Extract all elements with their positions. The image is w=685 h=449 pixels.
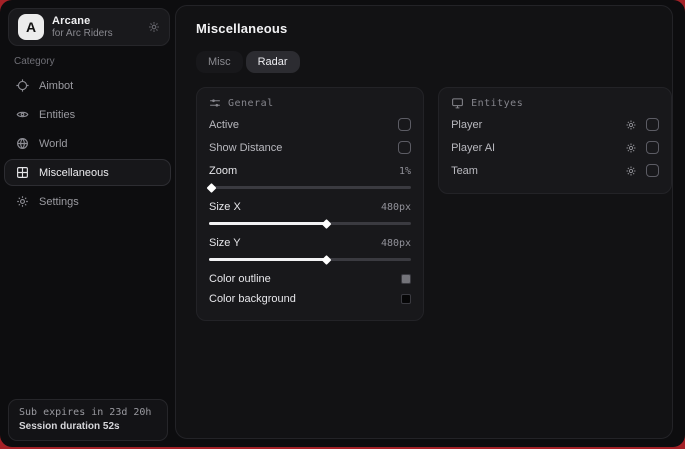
entities-card: Entityes Player P (438, 87, 672, 194)
general-card: General Active Show Distance Zoom 1% (196, 87, 424, 321)
sidebar-item-settings[interactable]: Settings (4, 188, 171, 215)
grid-icon (16, 166, 29, 179)
gear-icon (16, 195, 29, 208)
entities-card-title: Entityes (471, 98, 523, 109)
player-ai-settings-gear-icon[interactable] (625, 142, 637, 154)
brand-box: A Arcane for Arc Riders (8, 8, 170, 46)
sidebar-item-aimbot[interactable]: Aimbot (4, 72, 171, 99)
zoom-slider[interactable] (209, 186, 411, 189)
tab-misc[interactable]: Misc (196, 51, 243, 73)
cards-row: General Active Show Distance Zoom 1% (196, 87, 672, 321)
entities-card-header: Entityes (451, 97, 659, 109)
show-distance-checkbox[interactable] (398, 141, 411, 154)
brand-text: Arcane for Arc Riders (52, 15, 140, 39)
page-title: Miscellaneous (196, 21, 672, 36)
setting-label: Zoom (209, 165, 237, 177)
sidebar: A Arcane for Arc Riders Category (0, 0, 175, 447)
monitor-icon (451, 97, 464, 109)
color-background-swatch[interactable] (401, 294, 411, 304)
entity-controls (625, 118, 659, 131)
setting-row-size-y: Size Y 480px (209, 233, 411, 253)
size-x-slider-fill (209, 222, 326, 225)
sidebar-item-label: Settings (39, 196, 79, 208)
sliders-icon (209, 97, 221, 109)
general-card-header: General (209, 97, 411, 109)
entity-label: Player (451, 119, 482, 131)
general-card-title: General (228, 98, 274, 109)
player-ai-checkbox[interactable] (646, 141, 659, 154)
entity-row-player-ai: Player AI (451, 136, 659, 159)
entity-row-player: Player (451, 113, 659, 136)
setting-label: Active (209, 119, 239, 131)
team-settings-gear-icon[interactable] (625, 165, 637, 177)
sidebar-item-label: Entities (39, 109, 75, 121)
size-x-value: 480px (381, 202, 411, 213)
setting-label: Color outline (209, 273, 271, 285)
size-y-slider[interactable] (209, 258, 411, 261)
setting-row-size-x: Size X 480px (209, 197, 411, 217)
sidebar-nav: Aimbot Entities World (4, 72, 171, 215)
setting-label: Color background (209, 293, 296, 305)
setting-label: Size Y (209, 237, 241, 249)
app-subtitle: for Arc Riders (52, 28, 140, 39)
zoom-value: 1% (399, 166, 411, 177)
sidebar-item-label: Aimbot (39, 80, 73, 92)
sidebar-item-label: World (39, 138, 68, 150)
sidebar-item-entities[interactable]: Entities (4, 101, 171, 128)
setting-row-zoom: Zoom 1% (209, 161, 411, 181)
sub-expiry-text: Sub expires in 23d 20h (19, 407, 157, 418)
session-duration-text: Session duration 52s (19, 421, 157, 432)
setting-label: Show Distance (209, 142, 282, 154)
app-name: Arcane (52, 15, 140, 27)
tab-radar[interactable]: Radar (246, 51, 300, 73)
tab-bar: Misc Radar (196, 51, 672, 73)
size-y-value: 480px (381, 238, 411, 249)
brand-gear-icon[interactable] (148, 21, 160, 33)
size-y-slider-fill (209, 258, 326, 261)
team-checkbox[interactable] (646, 164, 659, 177)
entity-controls (625, 164, 659, 177)
sidebar-item-miscellaneous[interactable]: Miscellaneous (4, 159, 171, 186)
zoom-slider-fill (209, 186, 211, 189)
subscription-box: Sub expires in 23d 20h Session duration … (8, 399, 168, 441)
desktop-background: { "colors": { "background_red": "#a42127… (0, 0, 685, 449)
setting-row-show-distance: Show Distance (209, 136, 411, 159)
app-logo: A (18, 14, 44, 40)
main-panel: Miscellaneous Misc Radar General Active (175, 5, 673, 439)
setting-row-color-outline: Color outline (209, 269, 411, 289)
setting-label: Size X (209, 201, 241, 213)
category-label: Category (14, 56, 55, 67)
player-checkbox[interactable] (646, 118, 659, 131)
sidebar-item-label: Miscellaneous (39, 167, 109, 179)
player-settings-gear-icon[interactable] (625, 119, 637, 131)
size-x-slider[interactable] (209, 222, 411, 225)
globe-icon (16, 137, 29, 150)
active-checkbox[interactable] (398, 118, 411, 131)
entity-controls (625, 141, 659, 154)
entities-eye-icon (16, 108, 29, 121)
entity-label: Player AI (451, 142, 495, 154)
app-window: A Arcane for Arc Riders Category (0, 0, 685, 447)
setting-row-color-background: Color background (209, 289, 411, 309)
entity-label: Team (451, 165, 478, 177)
crosshair-icon (16, 79, 29, 92)
color-outline-swatch[interactable] (401, 274, 411, 284)
setting-row-active: Active (209, 113, 411, 136)
entity-row-team: Team (451, 159, 659, 182)
sidebar-item-world[interactable]: World (4, 130, 171, 157)
